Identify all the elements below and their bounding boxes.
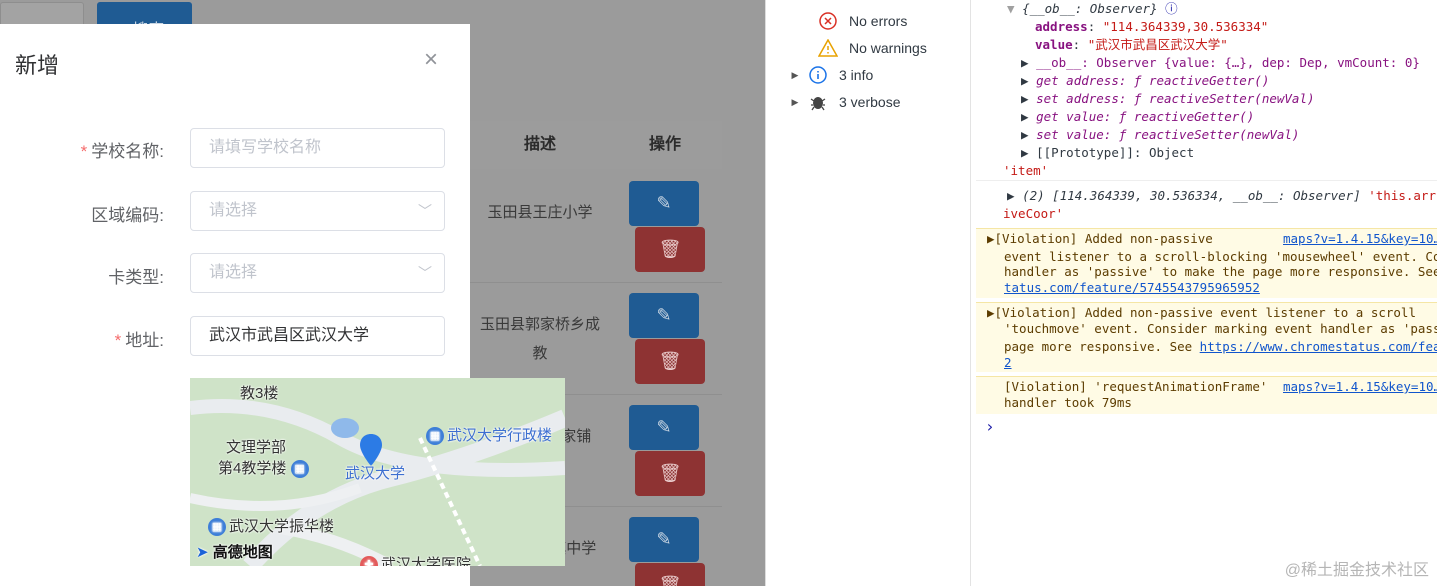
source-link[interactable]: maps?v=1.4.15&key=10…	[1283, 230, 1437, 248]
delete-button[interactable]: 🗑	[635, 563, 705, 586]
chevron-down-icon: ﹀	[418, 203, 432, 219]
console-output: ▼ {__ob__: Observer} ⓘ address: "114.364…	[971, 0, 1437, 586]
violation-warning: [Violation] 'requestAnimationFrame' maps…	[976, 376, 1437, 414]
poi-icon: ▦	[426, 427, 444, 446]
expand-arrow-icon[interactable]: ▶	[785, 97, 805, 108]
close-icon[interactable]: ×	[424, 46, 438, 74]
column-header-action: 操作	[648, 136, 681, 153]
map-label: ▦ 武汉大学行政楼	[426, 424, 552, 446]
trash-icon: 🗑	[658, 463, 682, 483]
area-code-select[interactable]: 请选择 ﹀	[190, 191, 445, 231]
poi-icon: ▦	[290, 460, 309, 479]
console-line[interactable]: ▶ (2) [114.364339, 30.536334, __ob__: Ob…	[1007, 187, 1436, 205]
table-cell-desc: 玉田县郭家桥乡成教	[480, 316, 601, 362]
poi-icon: ▦	[208, 518, 226, 537]
sidebar-item-errors[interactable]: No errors	[785, 8, 971, 34]
object-header[interactable]: ▼ {__ob__: Observer} ⓘ	[1007, 0, 1178, 18]
console-line[interactable]: ▶ __ob__: Observer {value: {…}, dep: Dep…	[1021, 54, 1420, 72]
console-line[interactable]: ▶ get address: ƒ reactiveGetter()	[1021, 72, 1269, 90]
delete-button[interactable]: 🗑	[635, 451, 705, 496]
edit-button[interactable]: ✎	[629, 405, 699, 450]
console-line[interactable]: ▶ get value: ƒ reactiveGetter()	[1021, 108, 1254, 126]
edit-icon: ✎	[656, 529, 672, 549]
map-label: 文理学部	[226, 439, 287, 456]
console-line[interactable]: ▶ set value: ƒ reactiveSetter(newVal)	[1021, 126, 1299, 144]
card-type-label: 卡类型:	[108, 268, 164, 287]
hospital-icon: ✚	[360, 556, 378, 566]
map-view[interactable]: 教3楼 文理学部 第4教学楼 ▦ 武汉大学 ▦ 武汉大学行政楼 ▦ 武汉大学振华楼 …	[190, 378, 565, 566]
sidebar-item-warnings[interactable]: No warnings	[785, 35, 971, 61]
watermark: @稀土掘金技术社区	[1284, 562, 1429, 579]
delete-button[interactable]: 🗑	[635, 339, 705, 384]
sidebar-item-info[interactable]: ▶ 3 info	[785, 62, 971, 88]
edit-icon: ✎	[656, 193, 672, 213]
violation-warning: ▶[Violation] Added non-passive maps?v=1.…	[976, 228, 1437, 298]
row-divider	[470, 282, 722, 283]
console-line: address: "114.364339,30.536334"	[1035, 19, 1269, 34]
edit-button[interactable]: ✎	[629, 293, 699, 338]
amap-logo: ➤ 高德地图	[196, 544, 273, 561]
console-line: 'item'	[1003, 163, 1049, 178]
bug-icon	[807, 91, 829, 113]
edit-icon: ✎	[656, 417, 672, 437]
edit-button[interactable]: ✎	[629, 181, 699, 226]
chevron-down-icon: ﹀	[418, 265, 432, 281]
expand-arrow-icon[interactable]: ▶	[785, 70, 805, 81]
school-name-label: * 学校名称:	[80, 142, 164, 161]
trash-icon: 🗑	[658, 575, 682, 586]
info-icon	[807, 64, 829, 86]
column-header-desc: 描述	[523, 136, 556, 153]
map-label: 教3楼	[240, 385, 279, 402]
school-name-input[interactable]: 请填写学校名称	[190, 128, 445, 168]
chromestatus-link[interactable]: https://www.chromestatus.com/feat	[1200, 339, 1437, 354]
console-line[interactable]: ▶ [[Prototype]]: Object	[1021, 144, 1194, 162]
table-header: 描述 操作	[470, 121, 722, 169]
console-line[interactable]: ▶ set address: ƒ reactiveSetter(newVal)	[1021, 90, 1315, 108]
sidebar-item-verbose[interactable]: ▶ 3 verbose	[785, 89, 971, 115]
address-input[interactable]: 武汉市武昌区武汉大学	[190, 316, 445, 356]
area-code-label: 区域编码:	[91, 206, 164, 225]
map-label: 武汉大学	[345, 465, 406, 482]
violation-warning: ▶[Violation] Added non-passive event lis…	[976, 302, 1437, 372]
console-sidebar: No errors No warnings ▶ 3 info ▶ 3 verbo…	[785, 0, 971, 586]
source-link[interactable]: maps?v=1.4.15&key=10…	[1283, 378, 1437, 396]
required-mark: *	[114, 331, 122, 350]
map-label: ✚ 武汉大学医院	[360, 553, 471, 566]
console-line: iveCoor'	[1003, 206, 1064, 221]
table-cell-desc: 玉田县王庄小学	[487, 204, 593, 221]
map-label: 第4教学楼 ▦	[218, 457, 312, 479]
console-prompt[interactable]: ›	[985, 418, 995, 436]
warning-icon	[817, 37, 839, 59]
delete-button[interactable]: 🗑	[635, 227, 705, 272]
required-mark: *	[80, 142, 88, 161]
dialog-title: 新增	[15, 53, 60, 78]
card-type-select[interactable]: 请选择 ﹀	[190, 253, 445, 293]
devtools-gutter	[765, 0, 785, 586]
trash-icon: 🗑	[658, 239, 682, 259]
edit-button[interactable]: ✎	[629, 517, 699, 562]
chromestatus-link[interactable]: tatus.com/feature/5745543795965952	[1004, 279, 1260, 297]
info-icon: ⓘ	[1165, 1, 1178, 16]
trash-icon: 🗑	[658, 351, 682, 371]
map-label: ▦ 武汉大学振华楼	[208, 515, 334, 537]
console-line: value: "武汉市武昌区武汉大学"	[1035, 37, 1228, 52]
edit-icon: ✎	[656, 305, 672, 325]
address-label: * 地址:	[114, 331, 164, 350]
error-icon	[817, 10, 839, 32]
